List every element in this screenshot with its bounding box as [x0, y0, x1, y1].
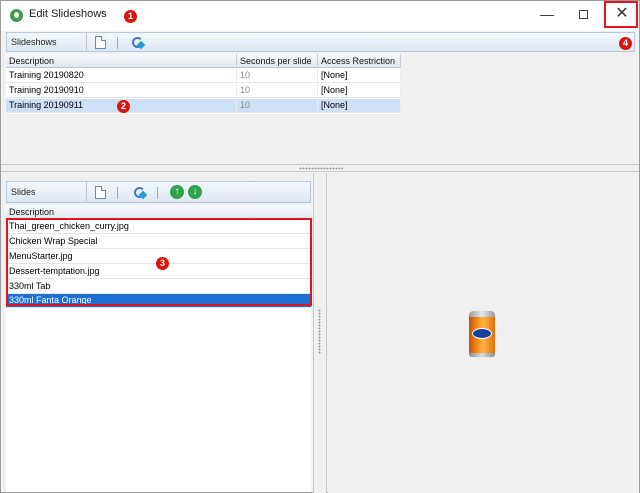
slides-list-highlight — [6, 218, 312, 306]
fanta-can-image — [469, 311, 495, 357]
maximize-icon — [578, 10, 588, 19]
slideshow-access: [None] — [318, 69, 401, 83]
maximize-button[interactable] — [565, 1, 601, 29]
title-bar: Edit Slideshows 1 — ✕ — [1, 1, 639, 31]
annotation-badge-1: 1 — [124, 10, 137, 23]
column-slide-description[interactable]: Description — [6, 205, 311, 219]
window-title: Edit Slideshows — [29, 8, 107, 20]
can-bottom — [469, 353, 495, 357]
move-down-icon[interactable]: ↓ — [188, 185, 202, 199]
slideshow-row[interactable]: Training 20190820 10 [None] — [6, 69, 401, 83]
new-slideshow-icon[interactable] — [95, 36, 106, 49]
slides-toolbar: Slides ↑ ↓ — [6, 181, 311, 203]
slideshow-access: [None] — [318, 99, 401, 113]
app-icon — [10, 9, 23, 22]
can-top — [469, 311, 495, 317]
slideshow-access: [None] — [318, 84, 401, 98]
close-button-highlight — [604, 1, 638, 28]
slideshows-grid: Description Seconds per slide Access Res… — [6, 54, 401, 114]
slideshow-seconds: 10 — [237, 84, 318, 98]
slideshow-row-selected[interactable]: Training 20190911 10 [None] — [6, 99, 401, 113]
column-description[interactable]: Description — [6, 54, 237, 68]
slideshow-row[interactable]: Training 20190910 10 [None] — [6, 84, 401, 98]
vertical-splitter[interactable] — [313, 173, 327, 493]
slideshow-seconds: 10 — [237, 69, 318, 83]
slideshows-grid-header: Description Seconds per slide Access Res… — [6, 54, 401, 68]
edit-slideshows-window: Edit Slideshows 1 — ✕ Slideshows 4 Descr… — [0, 0, 640, 493]
slideshow-description: Training 20190820 — [6, 69, 237, 83]
slides-toolbar-label: Slides — [11, 187, 36, 197]
edit-slide-icon[interactable] — [133, 186, 147, 200]
toolbar-separator — [117, 187, 118, 199]
toolbar-divider — [86, 182, 87, 203]
toolbar-divider — [86, 33, 87, 52]
annotation-badge-4: 4 — [619, 37, 632, 50]
slideshows-toolbar-label: Slideshows — [11, 37, 57, 47]
column-seconds-per-slide[interactable]: Seconds per slide — [237, 54, 318, 68]
new-slide-icon[interactable] — [95, 186, 106, 199]
move-up-icon[interactable]: ↑ — [170, 185, 184, 199]
toolbar-separator — [117, 37, 118, 49]
slide-preview-pane — [328, 173, 639, 493]
can-logo — [472, 328, 492, 339]
horizontal-splitter[interactable] — [1, 164, 639, 172]
slides-grid-header: Description — [6, 205, 311, 219]
slideshows-toolbar: Slideshows 4 — [6, 32, 635, 52]
edit-slideshow-icon[interactable] — [131, 36, 145, 50]
minimize-button[interactable]: — — [529, 1, 565, 29]
slideshow-description: Training 20190910 — [6, 84, 237, 98]
column-access-restriction[interactable]: Access Restriction — [318, 54, 401, 68]
toolbar-separator — [157, 187, 158, 199]
slideshow-seconds: 10 — [237, 99, 318, 113]
splitter-grip-icon — [318, 309, 321, 354]
splitter-grip-icon — [299, 167, 343, 170]
annotation-badge-2: 2 — [117, 100, 130, 113]
